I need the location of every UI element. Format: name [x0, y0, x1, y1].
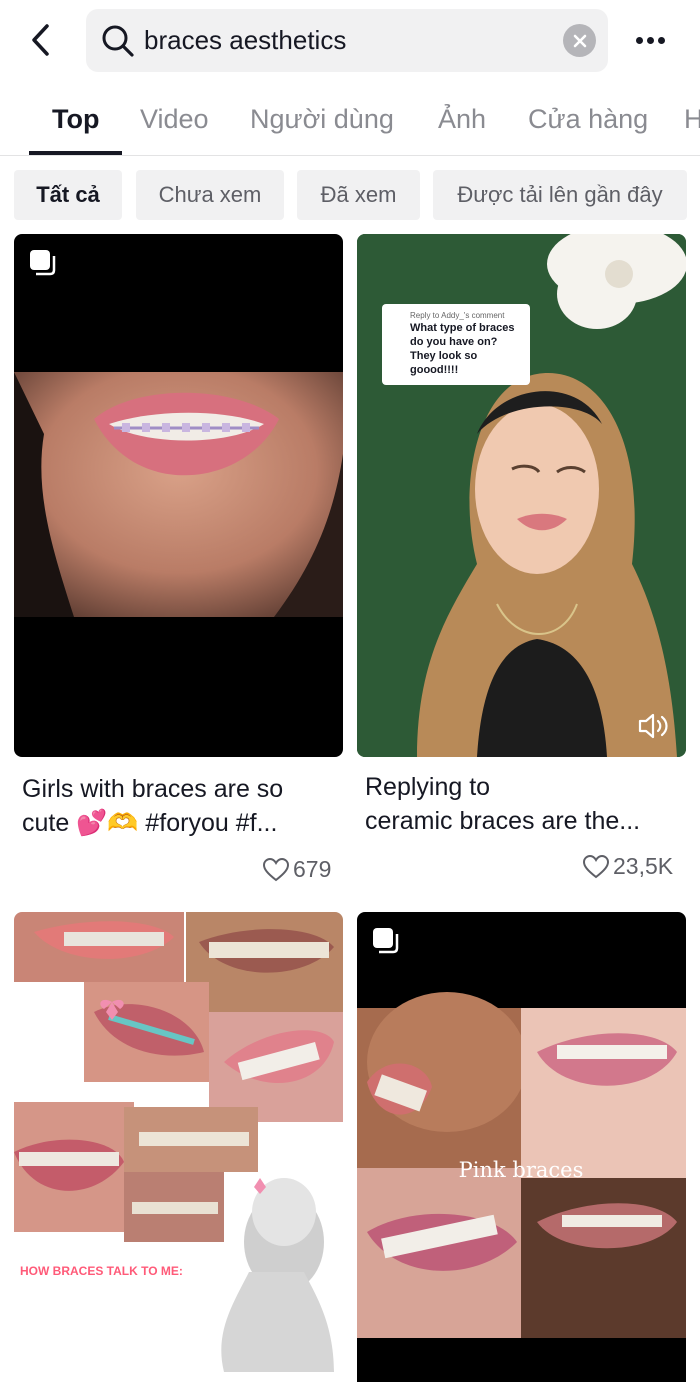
caption-line: ceramic braces are the... [365, 807, 641, 835]
filter-recently-uploaded[interactable]: Được tải lên gần đây [433, 170, 687, 220]
like-count: 23,5K [583, 853, 673, 880]
thumbnail-image [14, 912, 343, 1372]
active-tab-indicator [29, 151, 122, 155]
like-count-value: 23,5K [613, 853, 674, 879]
search-query[interactable]: braces aesthetics [144, 9, 346, 72]
overlay-text: HOW BRACES TALK TO ME: [20, 1264, 183, 1278]
overlay-text: Pink braces [458, 1158, 584, 1182]
clear-search-button[interactable] [563, 24, 596, 57]
heart-outline-icon [583, 854, 609, 878]
caption-line: Replying to [365, 773, 491, 801]
close-icon [573, 34, 586, 47]
search-input[interactable]: braces aesthetics [86, 9, 608, 72]
tab-users[interactable]: Người dùng [250, 104, 394, 135]
tab-video[interactable]: Video [140, 104, 209, 135]
caption-line: cute 💕🫶 #foryou #f... [22, 809, 278, 837]
chevron-left-icon [32, 24, 49, 56]
video-thumbnail[interactable]: Pink braces [357, 912, 686, 1382]
reply-header-text: Reply to Addy_'s comment [410, 311, 505, 320]
video-thumbnail[interactable]: Reply to Addy_'s comment What type of br… [357, 234, 686, 757]
like-count-value: 679 [293, 856, 332, 882]
filter-all[interactable]: Tất cả [14, 170, 122, 220]
tab-shop[interactable]: Cửa hàng [528, 104, 648, 135]
image-stack-icon [30, 250, 56, 276]
result-tabs: Top Video Người dùng Ảnh Cửa hàng H [0, 84, 700, 156]
volume-icon[interactable] [637, 711, 671, 741]
search-icon [102, 25, 134, 57]
back-button[interactable] [20, 18, 60, 62]
result-card[interactable]: Pink braces [357, 912, 686, 1382]
video-caption: Girls with braces are so cute 💕🫶 #foryou… [22, 772, 337, 840]
more-dot-icon [646, 36, 654, 44]
like-count: 679 [263, 856, 331, 883]
filter-watched[interactable]: Đã xem [297, 170, 420, 220]
thumbnail-image [357, 992, 686, 1338]
video-thumbnail[interactable]: HOW BRACES TALK TO ME: [14, 912, 343, 1382]
filter-unwatched[interactable]: Chưa xem [136, 170, 284, 220]
more-options-button[interactable] [630, 22, 670, 58]
tab-photos[interactable]: Ảnh [438, 104, 486, 135]
result-card[interactable]: Girls with braces are so cute 💕🫶 #foryou… [14, 234, 343, 884]
search-header: braces aesthetics [0, 0, 700, 84]
video-caption: Replying to ceramic braces are the... [365, 770, 680, 838]
comment-reply-overlay: Reply to Addy_'s comment What type of br… [382, 304, 530, 385]
result-card[interactable]: HOW BRACES TALK TO ME: [14, 912, 343, 1382]
heart-outline-icon [263, 857, 289, 881]
result-card[interactable]: Reply to Addy_'s comment What type of br… [357, 234, 686, 884]
tab-top[interactable]: Top [52, 104, 99, 135]
video-thumbnail[interactable] [14, 234, 343, 757]
thumbnail-image [14, 372, 343, 617]
more-dot-icon [657, 36, 665, 44]
more-dot-icon [635, 36, 643, 44]
reply-comment-text: What type of braces do you have on? They… [410, 322, 515, 376]
image-stack-icon [373, 928, 399, 954]
caption-line: Girls with braces are so [22, 775, 284, 803]
tab-more[interactable]: H [684, 104, 700, 135]
